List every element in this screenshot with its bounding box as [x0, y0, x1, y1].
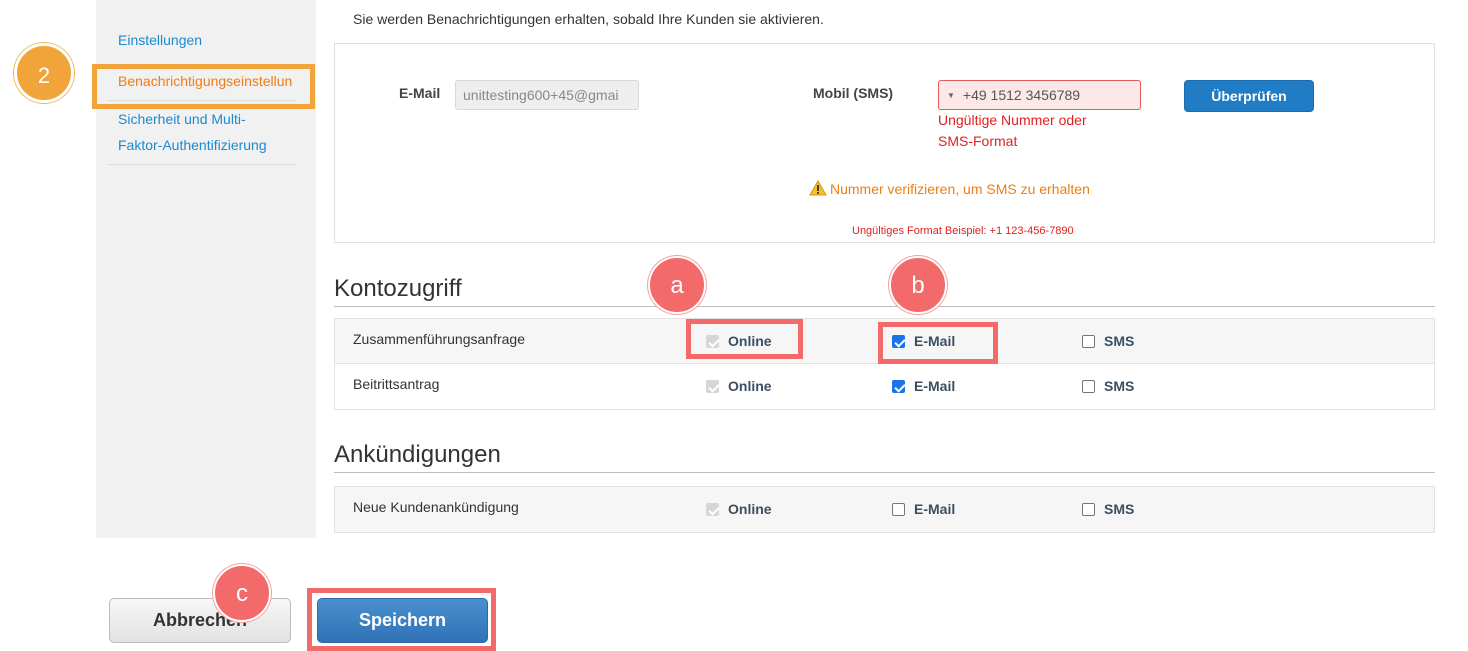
warning-text: Nummer verifizieren, um SMS zu erhalten: [830, 181, 1090, 197]
announcements-table: Neue Kundenankündigung Online E-Mail SMS: [334, 486, 1435, 533]
option-label: Online: [728, 378, 772, 394]
email-field[interactable]: unittesting600+45@gmai: [455, 80, 639, 110]
online-checkbox: [706, 503, 719, 516]
section-divider: [334, 306, 1435, 307]
dropdown-caret-icon[interactable]: ▼: [947, 91, 955, 100]
highlight-box-email: [878, 322, 998, 364]
email-checkbox[interactable]: [892, 503, 905, 516]
sms-checkbox[interactable]: [1082, 335, 1095, 348]
row-label: Beitrittsantrag: [353, 376, 440, 392]
sidebar-item-security-line2[interactable]: Faktor-Authentifizierung: [118, 134, 267, 156]
save-button[interactable]: Speichern: [317, 598, 488, 643]
section-divider: [334, 472, 1435, 473]
option-label: E-Mail: [914, 378, 956, 394]
row-label: Zusammenführungsanfrage: [353, 331, 525, 347]
annotation-badge-a: a: [648, 256, 706, 314]
sidebar-item-settings[interactable]: Einstellungen: [118, 29, 202, 51]
sms-error-line1: Ungültige Nummer oder: [938, 112, 1087, 128]
option-label: SMS: [1104, 501, 1135, 517]
sms-option[interactable]: SMS: [1082, 501, 1134, 517]
sms-phone-field[interactable]: ▼ +49 1512 3456789: [938, 80, 1141, 110]
highlight-box-notification-settings: [92, 64, 315, 109]
sidebar-divider: [108, 164, 296, 165]
sms-checkbox[interactable]: [1082, 380, 1095, 393]
online-option: Online: [706, 501, 772, 517]
contact-panel: [334, 43, 1435, 243]
online-checkbox: [706, 380, 719, 393]
sms-option[interactable]: SMS: [1082, 378, 1134, 394]
option-label: SMS: [1104, 333, 1135, 349]
step-number-badge: 2: [14, 43, 74, 103]
sidebar-item-security-line1[interactable]: Sicherheit und Multi-: [118, 108, 246, 130]
annotation-badge-b: b: [889, 256, 947, 314]
row-label: Neue Kundenankündigung: [353, 499, 519, 515]
intro-text: Sie werden Benachrichtigungen erhalten, …: [353, 11, 824, 27]
option-label: SMS: [1104, 378, 1135, 394]
section-title-account-access: Kontozugriff: [334, 275, 462, 302]
table-row: Beitrittsantrag Online E-Mail SMS: [335, 364, 1434, 409]
sms-error-line2: SMS-Format: [938, 133, 1018, 149]
annotation-badge-c: c: [213, 564, 271, 622]
verify-warning: Nummer verifizieren, um SMS zu erhalten: [809, 180, 1090, 197]
section-title-announcements: Ankündigungen: [334, 441, 501, 468]
email-option[interactable]: E-Mail: [892, 501, 955, 517]
email-checkbox[interactable]: [892, 380, 905, 393]
warning-icon: [809, 180, 827, 196]
email-option[interactable]: E-Mail: [892, 378, 955, 394]
highlight-box-online: [686, 319, 803, 359]
sms-option[interactable]: SMS: [1082, 333, 1134, 349]
option-label: Online: [728, 501, 772, 517]
table-row: Neue Kundenankündigung Online E-Mail SMS: [335, 487, 1434, 532]
option-label: E-Mail: [914, 501, 956, 517]
sms-label: Mobil (SMS): [813, 85, 894, 101]
format-hint: Ungültiges Format Beispiel: +1 123-456-7…: [852, 225, 1074, 237]
sms-phone-value: +49 1512 3456789: [962, 87, 1081, 103]
verify-button[interactable]: Überprüfen: [1184, 80, 1314, 112]
sms-checkbox[interactable]: [1082, 503, 1095, 516]
email-label: E-Mail: [399, 85, 441, 101]
online-option: Online: [706, 378, 772, 394]
